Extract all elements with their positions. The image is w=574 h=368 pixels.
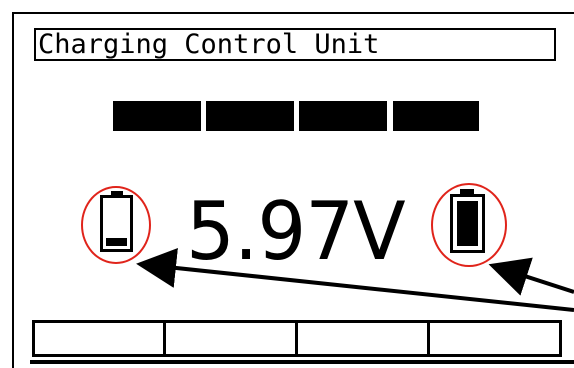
arrow-to-right-battery — [488, 257, 574, 296]
softkey-3[interactable] — [295, 320, 430, 357]
softkey-2[interactable] — [163, 320, 298, 357]
softkey-4[interactable] — [427, 320, 562, 357]
annotation-arrows — [136, 248, 574, 312]
softkey-1[interactable] — [32, 320, 166, 357]
bottom-divider — [30, 360, 574, 364]
